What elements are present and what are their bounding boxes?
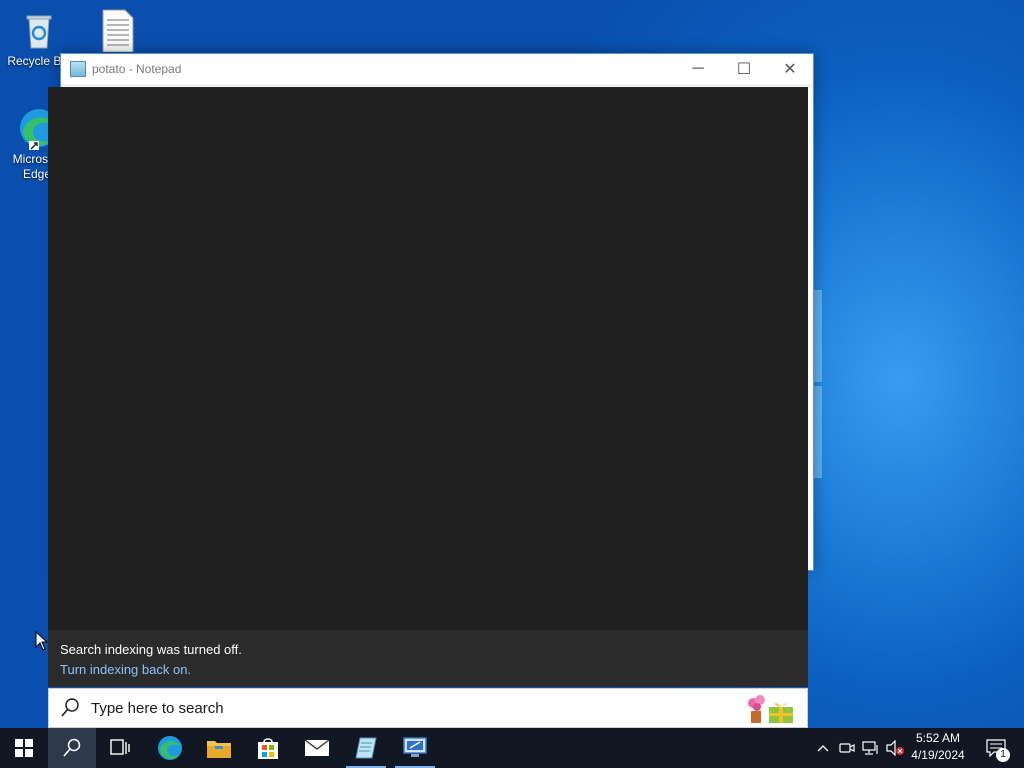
close-button[interactable]: ✕: [767, 54, 813, 84]
file-explorer-icon: [207, 741, 231, 758]
task-view-button[interactable]: [96, 728, 144, 768]
mouse-cursor-icon: [35, 631, 49, 651]
action-center-button[interactable]: 1: [978, 728, 1014, 768]
notepad-icon: [70, 61, 86, 77]
minimize-button[interactable]: ─: [675, 54, 721, 84]
text-file-icon: [95, 8, 139, 53]
task-view-icon: [110, 739, 130, 755]
taskbar-search-button[interactable]: [48, 728, 96, 768]
mail-icon: [304, 739, 330, 756]
window-title: potato - Notepad: [92, 62, 182, 76]
search-flyout: Search indexing was turned off. Turn ind…: [48, 87, 808, 687]
taskbar-remote-desktop-button[interactable]: [391, 728, 439, 768]
notepad-title-bar[interactable]: potato - Notepad ─ ☐ ✕: [61, 54, 813, 84]
recycle-bin-icon: [17, 8, 61, 52]
maximize-button[interactable]: ☐: [721, 54, 767, 84]
desktop-icon-text-file[interactable]: [80, 8, 154, 54]
search-highlight-icon[interactable]: [743, 691, 799, 725]
clock-date: 4/19/2024: [911, 748, 965, 762]
remote-desktop-icon: [403, 737, 427, 757]
store-icon: [258, 738, 278, 759]
tray-network-button[interactable]: [860, 728, 882, 768]
clock-time: 5:52 AM: [915, 731, 961, 745]
taskbar-store-button[interactable]: [244, 728, 292, 768]
windows-logo-icon: [15, 739, 33, 757]
notice-title: Search indexing was turned off.: [60, 642, 242, 657]
network-icon: [862, 741, 878, 755]
search-input[interactable]: [89, 698, 743, 718]
tray-clock[interactable]: 5:52 AM 4/19/2024: [900, 730, 976, 764]
taskbar-edge-button[interactable]: [146, 728, 194, 768]
edge-icon: [158, 736, 182, 760]
taskbar-mail-button[interactable]: [293, 728, 341, 768]
show-hidden-icons-button[interactable]: [813, 728, 833, 768]
search-icon: [59, 697, 81, 719]
notification-count-badge: 1: [996, 748, 1010, 762]
search-box[interactable]: [48, 688, 808, 728]
indexing-notice: Search indexing was turned off. Turn ind…: [48, 630, 808, 687]
chevron-up-icon: [817, 745, 829, 752]
search-icon: [63, 738, 81, 757]
meet-now-icon: [839, 743, 855, 753]
taskbar-notepad-button[interactable]: [342, 728, 390, 768]
tray-meet-now-button[interactable]: [837, 728, 857, 768]
turn-indexing-on-link[interactable]: Turn indexing back on.: [60, 662, 191, 677]
notepad-icon: [355, 737, 377, 759]
taskbar-file-explorer-button[interactable]: [195, 728, 243, 768]
taskbar: 5:52 AM 4/19/2024 1: [0, 728, 1024, 768]
start-button[interactable]: [0, 728, 48, 768]
